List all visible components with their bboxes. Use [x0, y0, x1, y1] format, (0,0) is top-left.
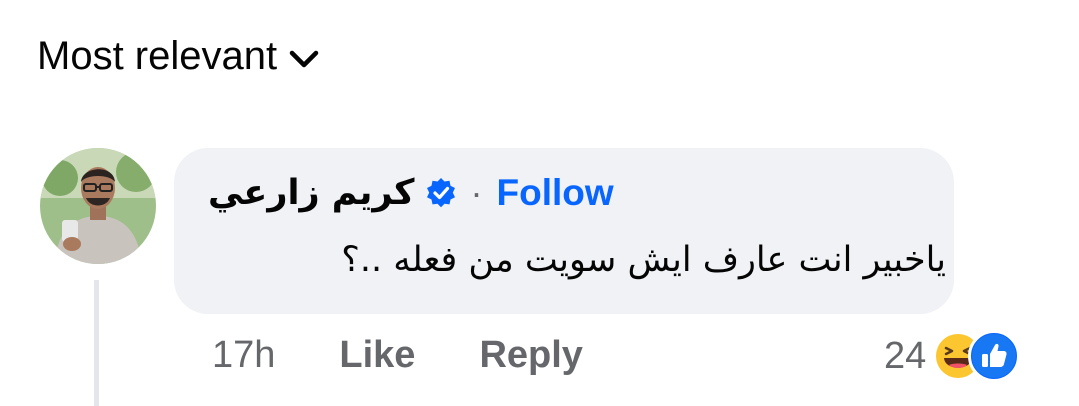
- thread-line: [94, 280, 99, 406]
- like-reaction-icon: [968, 330, 1021, 382]
- comment-text: ياخبير انت عارف ايش سويت من فعله ..؟: [341, 240, 946, 280]
- timestamp[interactable]: 17h: [212, 334, 275, 377]
- separator-dot: ·: [470, 172, 483, 213]
- follow-button[interactable]: Follow: [497, 172, 614, 214]
- comment-actions: 17h Like Reply: [212, 334, 583, 377]
- sort-label: Most relevant: [37, 34, 278, 78]
- avatar[interactable]: [40, 148, 156, 264]
- author-name[interactable]: كريم زارعي: [208, 173, 415, 213]
- chevron-down-icon: [289, 50, 319, 67]
- reaction-count: 24: [884, 334, 927, 377]
- comment-header: كريم زارعي · Follow: [208, 172, 624, 214]
- reactions-summary[interactable]: 24: [884, 330, 1021, 382]
- reply-button[interactable]: Reply: [479, 334, 582, 377]
- verified-badge-icon: [425, 177, 457, 209]
- sort-dropdown[interactable]: Most relevant: [37, 34, 319, 79]
- like-button[interactable]: Like: [339, 334, 415, 377]
